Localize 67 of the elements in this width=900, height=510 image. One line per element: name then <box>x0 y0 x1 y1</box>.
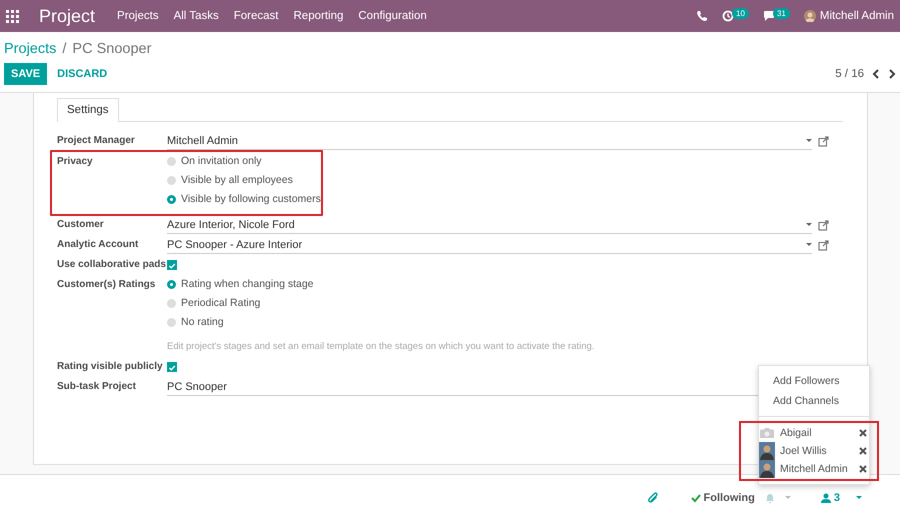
radio-button[interactable] <box>167 318 176 326</box>
checkbox[interactable] <box>167 260 177 270</box>
paperclip-icon[interactable] <box>648 492 659 503</box>
select-field[interactable]: Azure Interior, Nicole Ford <box>167 216 812 234</box>
phone-icon[interactable] <box>696 10 708 22</box>
checkbox[interactable] <box>167 362 177 372</box>
remove-icon[interactable] <box>859 465 867 473</box>
dropdown-caret-icon <box>806 223 812 226</box>
external-link-icon[interactable] <box>818 240 829 250</box>
field-label: Customer <box>57 218 105 232</box>
menu-item[interactable]: Configuration <box>358 10 427 22</box>
following-label[interactable]: Following <box>704 492 755 504</box>
menu-item[interactable]: Forecast <box>234 10 278 22</box>
pager-value: 5 / 16 <box>835 68 864 80</box>
select-field[interactable]: Mitchell Admin <box>167 132 812 150</box>
radio-button[interactable] <box>167 194 176 204</box>
dropdown-caret-icon <box>806 139 812 142</box>
user-name[interactable]: Mitchell Admin <box>820 10 894 22</box>
menu-item[interactable]: All Tasks <box>174 10 219 22</box>
radio-label[interactable]: Rating when changing stage <box>181 278 314 290</box>
remove-icon[interactable] <box>859 447 867 455</box>
follower-name[interactable]: Mitchell Admin <box>780 463 854 475</box>
select-field[interactable]: PC Snooper - Azure Interior <box>167 236 812 254</box>
radio-label[interactable]: On invitation only <box>181 155 262 167</box>
field-label: Use collaborative pads <box>57 258 167 272</box>
radio-button[interactable] <box>167 280 176 288</box>
next-icon[interactable] <box>888 69 896 79</box>
radio-button[interactable] <box>167 156 176 166</box>
previous-icon[interactable] <box>872 69 880 79</box>
field-label: Project Manager <box>57 134 136 148</box>
radio-button[interactable] <box>167 298 176 308</box>
radio-label[interactable]: Periodical Rating <box>181 297 260 309</box>
radio-label[interactable]: Visible by following customers <box>181 193 321 205</box>
radio-button[interactable] <box>167 176 176 184</box>
menu-item[interactable]: Reporting <box>294 10 344 22</box>
person-icon <box>820 492 831 502</box>
app-title: Project <box>39 6 96 26</box>
apps-menu-icon[interactable] <box>6 10 19 22</box>
dropdown-caret-icon[interactable] <box>856 496 862 499</box>
tab[interactable]: Settings <box>57 98 119 122</box>
dropdown-caret-icon[interactable] <box>784 496 791 499</box>
field-label: Rating visible publicly <box>57 360 164 374</box>
activity-count-badge: 10 <box>732 8 749 18</box>
clock-icon[interactable] <box>722 10 734 22</box>
follower-name[interactable]: Abigail <box>780 427 854 439</box>
chat-icon[interactable] <box>762 10 775 22</box>
field-label: Sub-task Project <box>57 380 137 394</box>
avatar-icon <box>759 442 775 460</box>
follower-name[interactable]: Joel Willis <box>780 445 854 457</box>
breadcrumb-separator: / <box>62 41 66 57</box>
avatar-icon <box>759 460 775 478</box>
field-label: Customer(s) Ratings <box>57 278 156 292</box>
radio-label[interactable]: No rating <box>181 316 224 328</box>
breadcrumb-current: PC Snooper <box>72 41 152 57</box>
field-label: Analytic Account <box>57 238 140 252</box>
camera-icon <box>759 426 775 440</box>
user-avatar-icon[interactable] <box>804 10 816 22</box>
menu-item[interactable]: Projects <box>117 10 159 22</box>
message-count-badge: 31 <box>772 8 790 18</box>
external-link-icon[interactable] <box>818 220 829 230</box>
external-link-icon[interactable] <box>818 136 829 146</box>
help-text: Edit project's stages and set an email template on the stages on which you want to activate the rating. <box>167 341 596 352</box>
check-icon <box>690 492 701 502</box>
field-label: Privacy <box>57 155 94 169</box>
remove-icon[interactable] <box>859 429 867 437</box>
dropdown-caret-icon <box>806 243 812 246</box>
radio-label[interactable]: Visible by all employees <box>181 174 293 186</box>
